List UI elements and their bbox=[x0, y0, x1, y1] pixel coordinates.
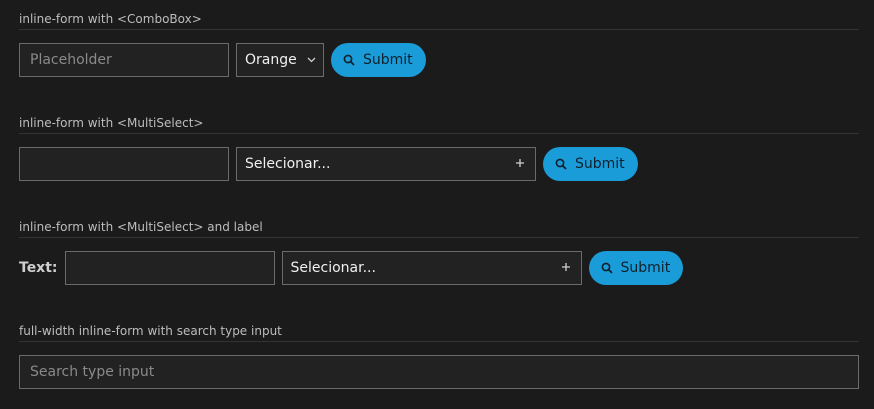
submit-button[interactable]: Submit bbox=[331, 43, 426, 77]
plus-icon bbox=[515, 156, 525, 172]
text-input[interactable] bbox=[19, 43, 229, 77]
submit-button[interactable]: Submit bbox=[588, 251, 684, 285]
multiselect[interactable]: Selecionar... bbox=[281, 251, 582, 285]
inline-form-search bbox=[19, 355, 859, 389]
multiselect[interactable]: Selecionar... bbox=[236, 147, 536, 181]
multiselect-placeholder: Selecionar... bbox=[245, 156, 331, 172]
search-icon bbox=[601, 262, 613, 274]
section-combobox: inline-form with <ComboBox> Orange Submi… bbox=[19, 11, 859, 77]
search-icon bbox=[555, 158, 567, 170]
chevron-down-icon bbox=[307, 55, 316, 66]
section-search-input: full-width inline-form with search type … bbox=[19, 323, 859, 389]
multiselect-placeholder: Selecionar... bbox=[290, 260, 376, 276]
field-label: Text: bbox=[19, 260, 58, 276]
section-multiselect-label: inline-form with <MultiSelect> and label… bbox=[19, 219, 859, 285]
text-input[interactable] bbox=[64, 251, 275, 285]
inline-form-multiselect: Selecionar... Submit bbox=[19, 147, 638, 181]
inline-form-combobox: Orange Submit bbox=[19, 43, 426, 77]
combobox-value: Orange bbox=[245, 52, 297, 68]
search-input[interactable] bbox=[19, 355, 859, 389]
section-title: full-width inline-form with search type … bbox=[19, 323, 859, 342]
combobox[interactable]: Orange bbox=[236, 43, 324, 77]
submit-label: Submit bbox=[575, 156, 625, 172]
plus-icon bbox=[561, 260, 571, 276]
submit-label: Submit bbox=[363, 52, 413, 68]
section-title: inline-form with <MultiSelect> bbox=[19, 115, 859, 134]
submit-button[interactable]: Submit bbox=[543, 147, 638, 181]
search-icon bbox=[343, 54, 355, 66]
section-title: inline-form with <MultiSelect> and label bbox=[19, 219, 859, 238]
submit-label: Submit bbox=[620, 260, 671, 276]
section-title: inline-form with <ComboBox> bbox=[19, 11, 859, 30]
section-multiselect: inline-form with <MultiSelect> Seleciona… bbox=[19, 115, 859, 181]
text-input[interactable] bbox=[19, 147, 229, 181]
inline-form-multiselect-label: Text: Selecionar... Submit bbox=[19, 251, 684, 285]
